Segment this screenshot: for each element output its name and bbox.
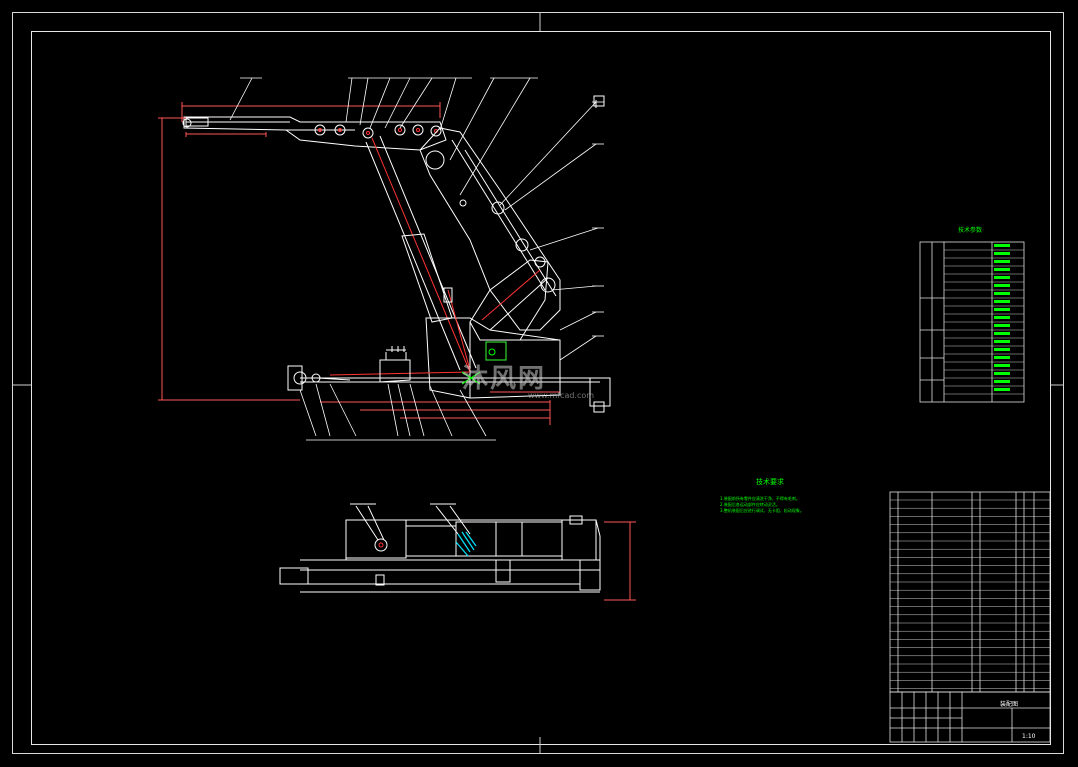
spec-table-cell-mark [994,324,1010,327]
spec-table-cell-mark [994,388,1010,391]
spec-table-cell-mark [994,348,1010,351]
spec-table-rows [944,244,1024,395]
drawing-sheet: 技术要求 1.装配前所有零件应清洗干净，不得有毛刺。 2.装配后各运动部件应转动… [0,0,1078,767]
plan-view-bearing [455,531,477,557]
spec-table-cell-mark [994,372,1010,375]
spec-table-cell-mark [994,316,1010,319]
tech-requirement-line: 1.装配前所有零件应清洗干净，不得有毛刺。 [720,495,800,501]
drawing-title: 装配图 [1000,700,1018,708]
parts-list [889,491,1051,693]
tech-requirement-line: 3.整机装配后应进行调试，无卡阻、松动现象。 [720,507,804,513]
spec-table-cell-mark [994,252,1010,255]
spec-table-cell-mark [994,340,1010,343]
spec-table-cell-mark [994,268,1010,271]
spec-table-cell-mark [994,308,1010,311]
parts-list-rows [890,499,1050,689]
spec-table-cell-mark [994,300,1010,303]
tech-requirements-title: 技术要求 [756,477,784,486]
spec-table-cell-mark [994,276,1010,279]
watermark-logo: 沐风网 [462,364,547,394]
spec-table-cell-mark [994,284,1010,287]
spec-table-cell-mark [994,356,1010,359]
spec-table-cell-mark [994,332,1010,335]
spec-table-cell-mark [994,364,1010,367]
watermark-url: www.mfcad.com [528,391,595,400]
spec-table-cell-mark [994,260,1010,263]
drawing-scale: 1:10 [1022,733,1036,740]
spec-table-cell-mark [994,380,1010,383]
spec-table-cell-mark [994,244,1010,247]
plan-view [279,503,636,601]
spec-table-title: 技术参数 [958,226,982,234]
spec-table-cell-mark [994,292,1010,295]
tech-requirement-line: 2.装配后各运动部件应转动灵活。 [720,501,780,507]
